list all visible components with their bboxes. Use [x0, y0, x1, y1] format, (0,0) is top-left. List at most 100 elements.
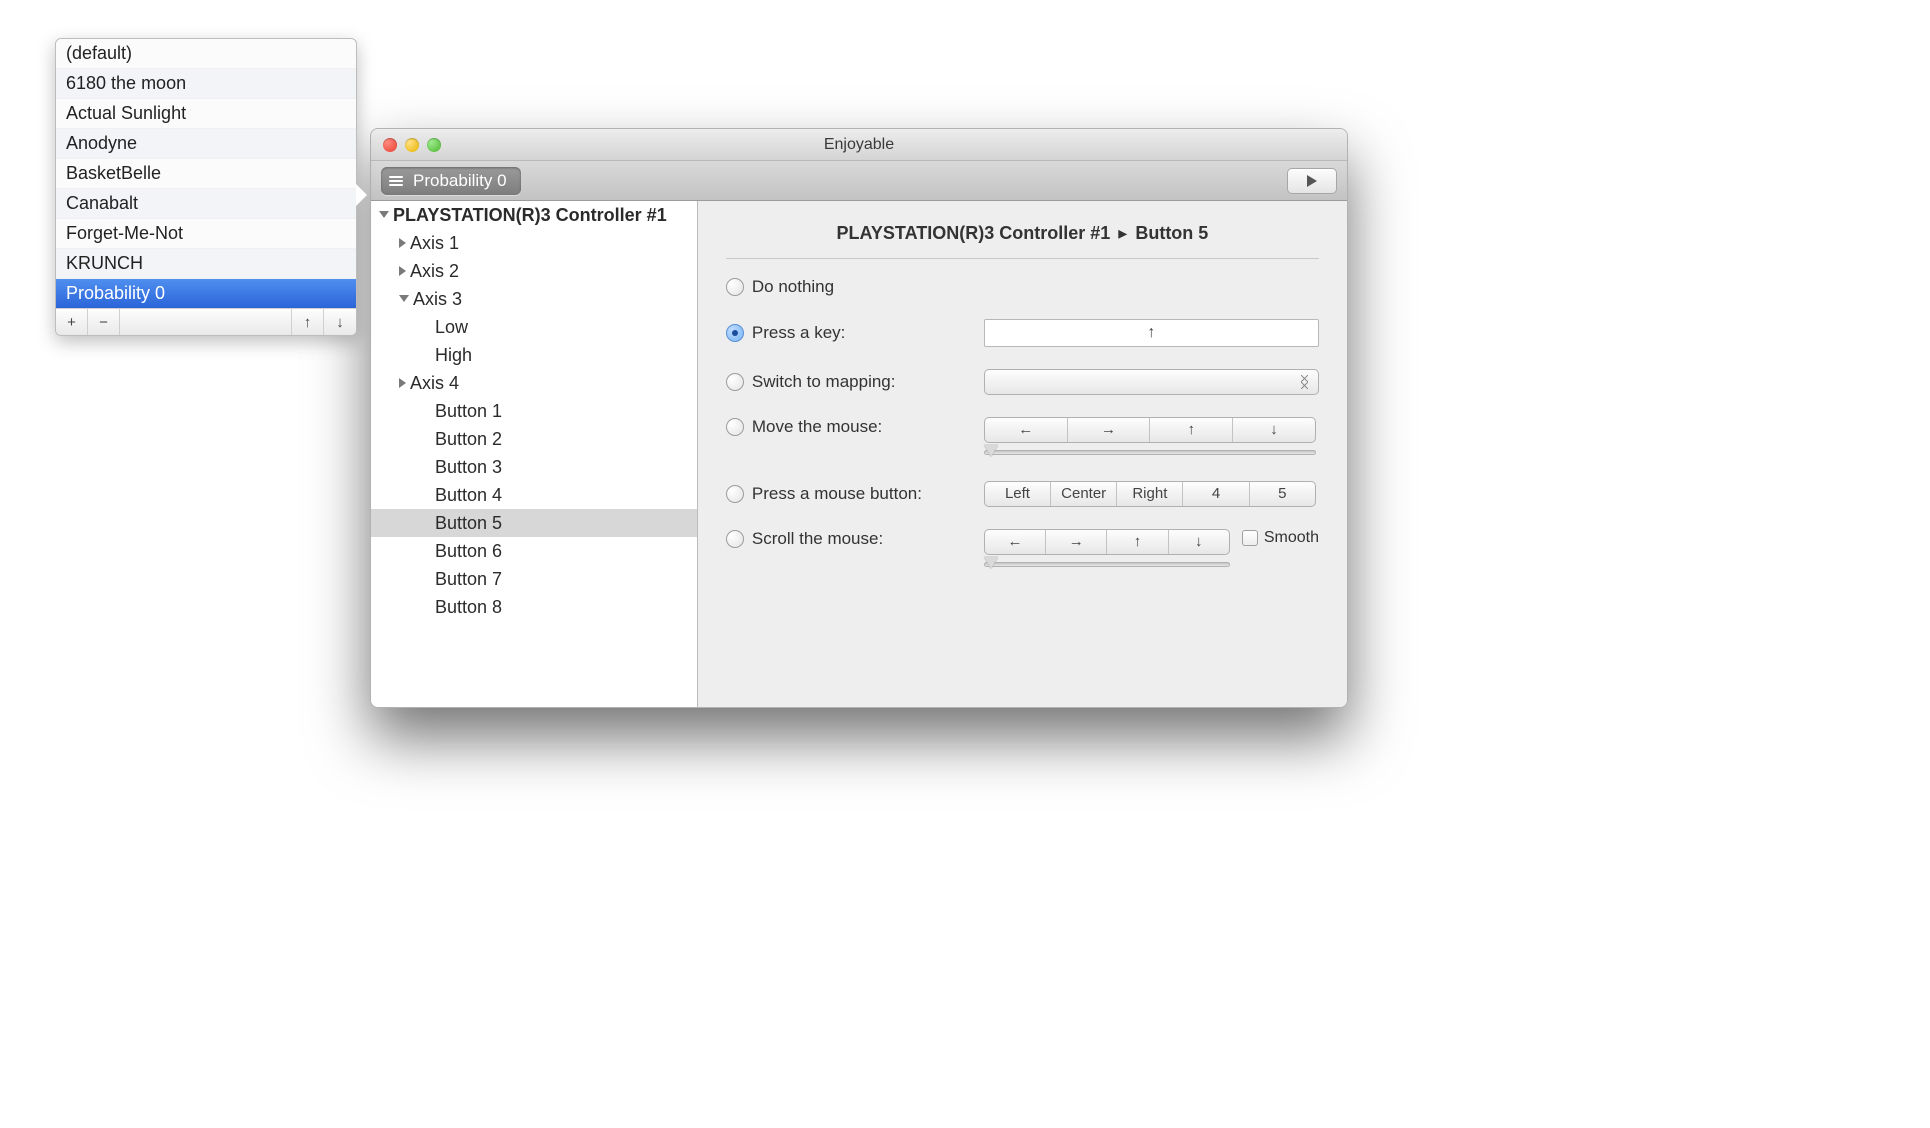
mapping-selector-button[interactable]: Probability 0: [381, 167, 521, 195]
scroll-mouse-radio[interactable]: [726, 530, 744, 548]
mapping-item[interactable]: Actual Sunlight: [56, 98, 356, 128]
window-title: Enjoyable: [371, 136, 1347, 154]
mapping-item[interactable]: Anodyne: [56, 128, 356, 158]
scroll-mouse-label[interactable]: Scroll the mouse:: [726, 529, 972, 549]
segment[interactable]: 5: [1250, 482, 1315, 506]
option-press-mouse: Press a mouse button: LeftCenterRight45: [726, 481, 1319, 507]
segment[interactable]: ↓: [1233, 418, 1315, 442]
disclosure-triangle-icon[interactable]: [379, 211, 389, 218]
segment[interactable]: Right: [1117, 482, 1183, 506]
disclosure-triangle-icon[interactable]: [399, 238, 406, 248]
mapping-item[interactable]: Canabalt: [56, 188, 356, 218]
tree-row[interactable]: Button 7: [371, 565, 697, 593]
toolbar-spacer: [120, 309, 292, 335]
toolbar: Probability 0: [371, 161, 1347, 201]
segment[interactable]: ←: [985, 418, 1068, 442]
close-window-button[interactable]: [383, 138, 397, 152]
tree-row[interactable]: Low: [371, 313, 697, 341]
mapping-selector-label: Probability 0: [413, 171, 507, 191]
disclosure-triangle-icon[interactable]: [399, 295, 409, 302]
smooth-checkbox[interactable]: [1242, 530, 1258, 546]
play-icon: [1307, 175, 1317, 187]
tree-row[interactable]: Button 3: [371, 453, 697, 481]
press-mouse-text: Press a mouse button:: [752, 484, 922, 504]
mapping-item[interactable]: BasketBelle: [56, 158, 356, 188]
press-key-label[interactable]: Press a key:: [726, 323, 972, 343]
popover-pointer: [356, 184, 367, 206]
option-press-key: Press a key: ↑: [726, 319, 1319, 347]
zoom-window-button[interactable]: [427, 138, 441, 152]
switch-mapping-label[interactable]: Switch to mapping:: [726, 372, 972, 392]
tree-row[interactable]: High: [371, 341, 697, 369]
segment[interactable]: ↑: [1107, 530, 1168, 554]
smooth-checkbox-label[interactable]: Smooth: [1242, 529, 1319, 547]
move-direction-segment[interactable]: ←→↑↓: [984, 417, 1316, 443]
input-tree[interactable]: PLAYSTATION(R)3 Controller #1Axis 1Axis …: [371, 201, 698, 707]
move-up-button[interactable]: ↑: [292, 309, 324, 335]
scroll-direction-segment[interactable]: ←→↑↓: [984, 529, 1230, 555]
tree-row[interactable]: Axis 3: [371, 285, 697, 313]
move-speed-slider[interactable]: [984, 445, 1316, 459]
key-field[interactable]: ↑: [984, 319, 1319, 347]
tree-row[interactable]: Axis 4: [371, 369, 697, 397]
mapping-item[interactable]: KRUNCH: [56, 248, 356, 278]
segment[interactable]: 4: [1183, 482, 1249, 506]
disclosure-triangle-icon[interactable]: [399, 266, 406, 276]
option-switch-mapping: Switch to mapping:: [726, 369, 1319, 395]
tree-row[interactable]: Button 8: [371, 593, 697, 621]
tree-row[interactable]: Button 1: [371, 397, 697, 425]
tree-row[interactable]: Button 6: [371, 537, 697, 565]
scroll-speed-slider[interactable]: [984, 557, 1230, 571]
mapping-item[interactable]: (default): [56, 39, 356, 68]
press-mouse-radio[interactable]: [726, 485, 744, 503]
mapping-item[interactable]: 6180 the moon: [56, 68, 356, 98]
play-button[interactable]: [1287, 168, 1337, 194]
detail-header-device: PLAYSTATION(R)3 Controller #1: [837, 223, 1111, 243]
segment[interactable]: Left: [985, 482, 1051, 506]
move-down-button[interactable]: ↓: [324, 309, 356, 335]
minimize-window-button[interactable]: [405, 138, 419, 152]
mapping-toolbar: + − ↑ ↓: [56, 308, 356, 335]
segment[interactable]: ↑: [1150, 418, 1233, 442]
option-move-mouse: Move the mouse: ←→↑↓: [726, 417, 1319, 459]
segment[interactable]: →: [1046, 530, 1107, 554]
menu-icon: [389, 176, 403, 186]
do-nothing-label[interactable]: Do nothing: [726, 277, 972, 297]
detail-header: PLAYSTATION(R)3 Controller #1 ▸ Button 5: [726, 223, 1319, 259]
smooth-text: Smooth: [1264, 529, 1319, 547]
detail-header-input: Button 5: [1135, 223, 1208, 243]
tree-row[interactable]: Button 2: [371, 425, 697, 453]
mapping-item[interactable]: Probability 0: [56, 278, 356, 308]
tree-row-controller[interactable]: PLAYSTATION(R)3 Controller #1: [371, 201, 697, 229]
remove-mapping-button[interactable]: −: [88, 309, 120, 335]
tree-row[interactable]: Axis 1: [371, 229, 697, 257]
mappings-popover: (default)6180 the moonActual SunlightAno…: [55, 38, 357, 336]
disclosure-triangle-icon[interactable]: [399, 378, 406, 388]
press-key-text: Press a key:: [752, 323, 846, 343]
move-mouse-label[interactable]: Move the mouse:: [726, 417, 972, 437]
move-mouse-radio[interactable]: [726, 418, 744, 436]
press-key-radio[interactable]: [726, 324, 744, 342]
segment[interactable]: →: [1068, 418, 1151, 442]
titlebar[interactable]: Enjoyable: [371, 129, 1347, 161]
tree-row[interactable]: Axis 2: [371, 257, 697, 285]
segment[interactable]: ↓: [1169, 530, 1229, 554]
tree-row[interactable]: Button 4: [371, 481, 697, 509]
segment[interactable]: Center: [1051, 482, 1117, 506]
chevron-right-icon: ▸: [1115, 223, 1130, 243]
switch-mapping-dropdown[interactable]: [984, 369, 1319, 395]
option-do-nothing: Do nothing: [726, 277, 1319, 297]
switch-mapping-radio[interactable]: [726, 373, 744, 391]
detail-pane: PLAYSTATION(R)3 Controller #1 ▸ Button 5…: [698, 201, 1347, 707]
mapping-item[interactable]: Forget-Me-Not: [56, 218, 356, 248]
press-mouse-label[interactable]: Press a mouse button:: [726, 484, 972, 504]
move-mouse-text: Move the mouse:: [752, 417, 882, 437]
do-nothing-radio[interactable]: [726, 278, 744, 296]
add-mapping-button[interactable]: +: [56, 309, 88, 335]
mouse-button-segment[interactable]: LeftCenterRight45: [984, 481, 1316, 507]
option-scroll-mouse: Scroll the mouse: ←→↑↓ Smooth: [726, 529, 1319, 571]
tree-row[interactable]: Button 5: [371, 509, 697, 537]
switch-mapping-text: Switch to mapping:: [752, 372, 896, 392]
segment[interactable]: ←: [985, 530, 1046, 554]
main-window: Enjoyable Probability 0 PLAYSTATION(R)3 …: [370, 128, 1348, 708]
